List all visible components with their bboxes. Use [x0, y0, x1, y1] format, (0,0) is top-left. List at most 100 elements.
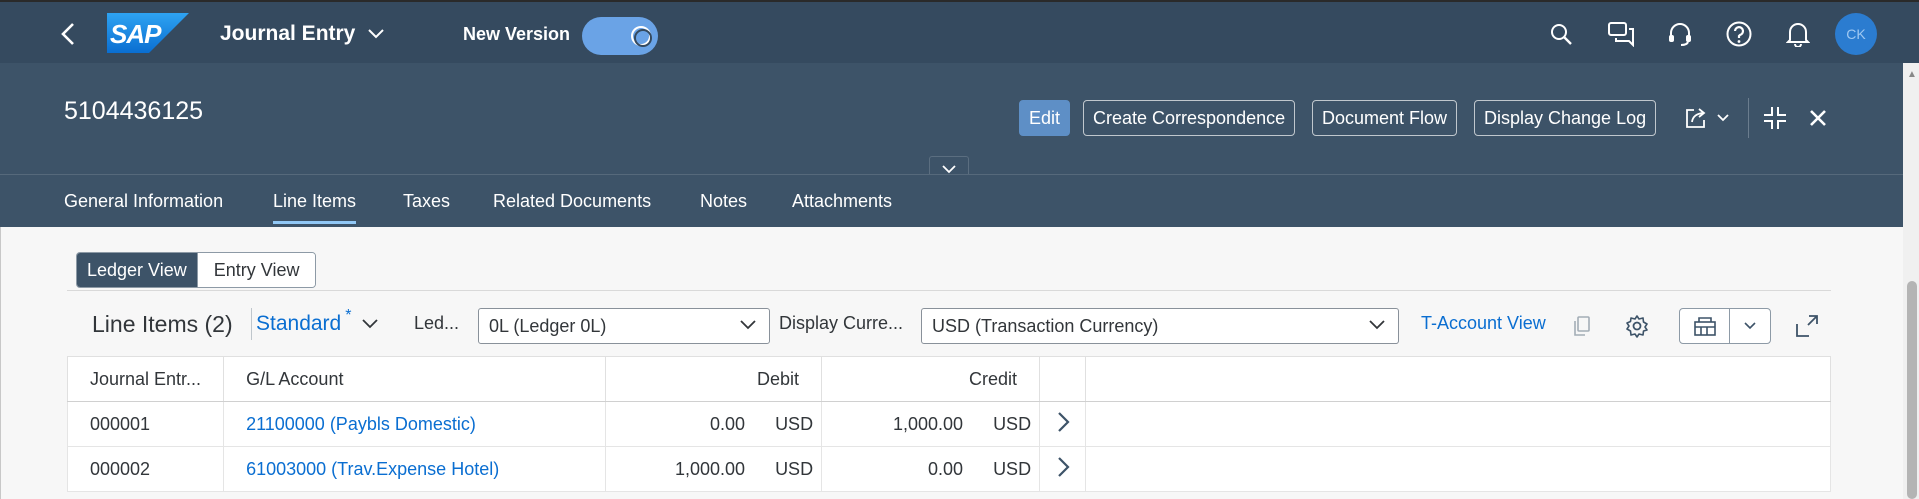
edit-button[interactable]: Edit [1019, 100, 1071, 136]
tab-taxes[interactable]: Taxes [403, 175, 450, 228]
group-icon [1693, 317, 1716, 336]
new-version-toggle[interactable] [582, 17, 658, 55]
credit-cell: 1,000.00 USD [821, 401, 1041, 447]
gl-account-link[interactable]: 21100000 (Paybls Domestic) [246, 414, 476, 434]
column-header-journal-entry[interactable]: Journal Entr... [66, 356, 225, 402]
display-currency-label: Display Curre... [779, 313, 904, 333]
app-title-menu[interactable]: Journal Entry [220, 20, 385, 48]
gl-account-cell: 21100000 (Paybls Domestic) [223, 401, 607, 447]
variant-name: Standard [256, 312, 342, 335]
user-avatar[interactable]: CK [1835, 13, 1877, 55]
chat-button[interactable] [1601, 16, 1641, 52]
display-currency-select[interactable]: USD (Transaction Currency) [921, 308, 1399, 344]
spacer-cell [1085, 401, 1831, 447]
search-icon [1551, 24, 1572, 45]
tab-line-items[interactable]: Line Items [273, 175, 357, 228]
chat-icon [1608, 22, 1634, 47]
debit-amount: 1,000.00 [674, 458, 746, 479]
t-account-view-link[interactable]: T-Account View [1421, 313, 1546, 334]
column-header-debit[interactable]: Debit [605, 356, 823, 402]
row-navigation[interactable] [1039, 446, 1087, 492]
copy-button[interactable] [1567, 308, 1597, 344]
copy-icon [1574, 316, 1590, 336]
share-icon [1686, 108, 1706, 128]
tab-general-information[interactable]: General Information [64, 175, 223, 228]
group-button[interactable] [1679, 308, 1771, 344]
table-header-row: Journal Entr... G/L Account Debit Credit [66, 356, 1831, 402]
tab-related-documents[interactable]: Related Documents [493, 175, 651, 228]
ledger-select[interactable]: 0L (Ledger 0L) [478, 308, 770, 344]
ledger-label: Led... [414, 313, 460, 333]
chevron-right-icon [1057, 456, 1070, 477]
settings-button[interactable] [1622, 308, 1652, 344]
debit-currency: USD [775, 413, 814, 434]
exit-fullscreen-button[interactable] [1762, 100, 1788, 136]
credit-currency: USD [993, 458, 1032, 479]
ledger-value: 0L (Ledger 0L) [489, 315, 607, 336]
entry-view-button[interactable]: Entry View [196, 253, 316, 287]
toggle-knob [631, 26, 652, 47]
debit-cell: 1,000.00 USD [605, 446, 823, 492]
section-tabs: General Information Line Items Taxes Rel… [0, 174, 1919, 227]
group-action[interactable] [1680, 309, 1730, 343]
sap-logo-text: SAP [110, 19, 161, 49]
back-button[interactable] [52, 20, 84, 48]
row-navigation[interactable] [1039, 401, 1087, 447]
shell-bar: SAP Journal Entry New Version CK [0, 0, 1919, 63]
credit-currency: USD [993, 413, 1032, 434]
column-header-credit[interactable]: Credit [821, 356, 1041, 402]
gear-icon [1626, 315, 1648, 338]
share-menu-button[interactable] [1684, 100, 1730, 136]
help-icon [1726, 21, 1752, 47]
header-divider [1748, 98, 1749, 138]
search-button[interactable] [1541, 16, 1581, 52]
chevron-down-icon [368, 29, 385, 39]
app-title: Journal Entry [220, 22, 356, 45]
journal-entry-cell: 000001 [66, 401, 225, 447]
gl-account-link[interactable]: 61003000 (Trav.Expense Hotel) [246, 459, 499, 479]
group-dropdown[interactable] [1730, 309, 1770, 343]
view-toggle: Ledger View Entry View [76, 252, 317, 288]
gl-account-cell: 61003000 (Trav.Expense Hotel) [223, 446, 607, 492]
support-button[interactable] [1660, 16, 1700, 52]
journal-entry-cell: 000002 [66, 446, 225, 492]
notifications-button[interactable] [1778, 16, 1818, 52]
close-button[interactable] [1808, 100, 1828, 136]
display-change-log-button[interactable]: Display Change Log [1474, 100, 1657, 136]
notification-icon [1786, 23, 1810, 47]
ledger-view-button[interactable]: Ledger View [77, 253, 197, 287]
table-row[interactable]: 000002 61003000 (Trav.Expense Hotel) 1,0… [66, 446, 1831, 492]
variant-selector[interactable]: Standard * [251, 307, 379, 340]
vertical-scrollbar[interactable]: ▲ [1903, 63, 1919, 499]
tab-attachments[interactable]: Attachments [792, 175, 892, 228]
column-header-spacer [1085, 356, 1831, 402]
chevron-left-icon [61, 23, 74, 45]
chevron-down-icon [1369, 320, 1385, 330]
chevron-down-icon [1717, 114, 1729, 122]
table-row[interactable]: 000001 21100000 (Paybls Domestic) 0.00 US… [66, 401, 1831, 447]
column-header-gl-account[interactable]: G/L Account [223, 356, 607, 402]
line-items-section: Ledger View Entry View Line Items (2) St… [0, 227, 1919, 499]
document-number: 5104436125 [64, 97, 204, 125]
debit-currency: USD [775, 458, 814, 479]
scroll-up-icon[interactable]: ▲ [1907, 69, 1917, 80]
column-header-navigation [1039, 356, 1087, 402]
chevron-right-icon [1057, 411, 1070, 432]
new-version-label: New Version [463, 24, 571, 44]
table-toolbar: Line Items (2) Standard * Led... 0L (Led… [67, 290, 1831, 355]
document-flow-button[interactable]: Document Flow [1312, 100, 1458, 136]
credit-amount: 1,000.00 [892, 413, 964, 434]
sap-logo[interactable]: SAP [107, 13, 189, 53]
fullscreen-icon [1796, 315, 1818, 337]
line-items-table: Journal Entr... G/L Account Debit Credit… [66, 356, 1831, 492]
help-button[interactable] [1719, 16, 1759, 52]
scrollbar-thumb[interactable] [1907, 281, 1917, 499]
create-correspondence-button[interactable]: Create Correspondence [1083, 100, 1296, 136]
tab-notes[interactable]: Notes [700, 175, 747, 228]
exit-fullscreen-icon [1764, 107, 1786, 129]
display-currency-value: USD (Transaction Currency) [932, 315, 1159, 336]
debit-cell: 0.00 USD [605, 401, 823, 447]
debit-amount: 0.00 [710, 413, 746, 434]
variant-modified-mark: * [345, 307, 352, 324]
fullscreen-button[interactable] [1792, 308, 1822, 344]
